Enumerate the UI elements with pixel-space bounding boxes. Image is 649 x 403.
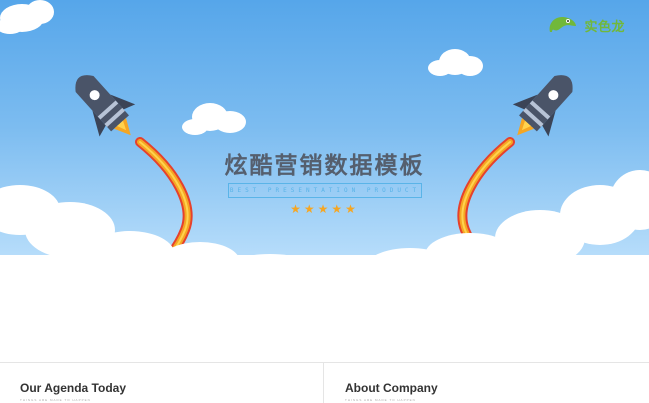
- slide-subtitle: BEST PRESENTATION PRODUCT: [229, 187, 421, 194]
- thumbnail-strip: Our Agenda Today THINGS ARE MADE TO HAPP…: [0, 362, 649, 403]
- slide-title: 炫酷营销数据模板: [224, 153, 425, 179]
- logo-text: 实色龙: [584, 19, 625, 35]
- cloud-middle: [182, 103, 246, 135]
- rocket-left-icon: [75, 75, 136, 137]
- background-scene: [0, 0, 649, 362]
- card-subtitle: THINGS ARE MADE TO HAPPEN: [20, 398, 91, 402]
- cloud-bank: [0, 170, 649, 362]
- card-subtitle: THINGS ARE MADE TO HAPPEN: [345, 398, 416, 402]
- slide-title-wrap: 炫酷营销数据模板: [0, 146, 649, 180]
- card-title: About Company: [345, 381, 438, 395]
- rating-stars: ★★★★★: [290, 202, 359, 216]
- slide-preview: 实色龙 炫酷营销数据模板 BEST PRESENTATION PRODUCT ★…: [0, 0, 649, 362]
- cloud-top-left: [0, 0, 54, 34]
- card-agenda[interactable]: Our Agenda Today THINGS ARE MADE TO HAPP…: [0, 363, 324, 403]
- cloud-top-right: [428, 49, 483, 76]
- card-title: Our Agenda Today: [20, 381, 127, 395]
- card-about[interactable]: About Company THINGS ARE MADE TO HAPPEN: [325, 363, 649, 403]
- chameleon-icon: [550, 17, 577, 32]
- subtitle-box: BEST PRESENTATION PRODUCT: [228, 183, 422, 198]
- brand-logo: 实色龙: [546, 14, 625, 36]
